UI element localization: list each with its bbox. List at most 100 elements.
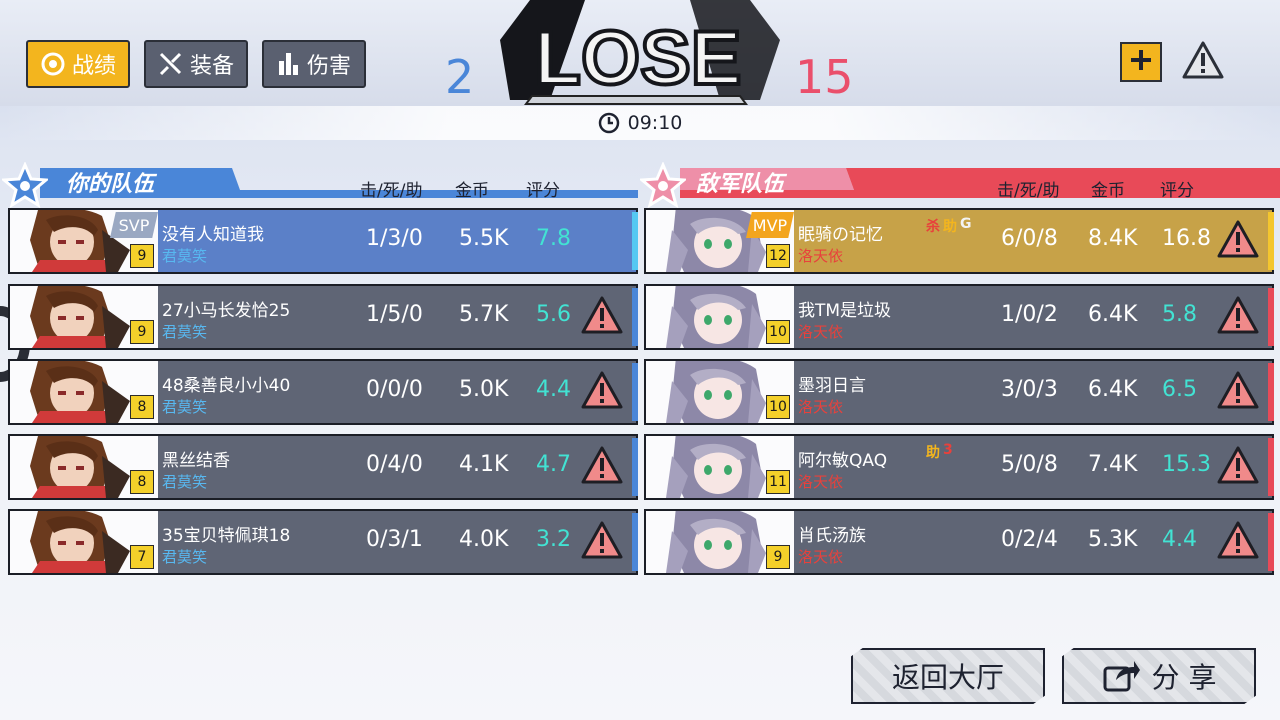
player-row[interactable]: 9 SVP 没有人知道我 君莫笑 1/3/0 5.5K 7.8 xyxy=(8,208,638,274)
player-guild: 君莫笑 xyxy=(162,548,208,566)
player-level: 12 xyxy=(766,244,790,268)
back-to-lobby-button[interactable]: 返回大厅 xyxy=(851,648,1045,704)
enemy-team-title: 敌军队伍 xyxy=(696,172,785,197)
player-level: 7 xyxy=(130,545,154,569)
player-rating: 3.2 xyxy=(536,527,571,552)
row-side-accent xyxy=(632,288,638,346)
player-row[interactable]: 9 肖氏汤族洛天依 0/2/4 5.3K 4.4 xyxy=(644,509,1274,575)
tab-damage[interactable]: 伤害 xyxy=(262,40,366,88)
report-player-button[interactable] xyxy=(1216,295,1260,339)
result-title: LOSE xyxy=(535,16,742,101)
report-player-button[interactable] xyxy=(1216,219,1260,263)
report-button[interactable] xyxy=(1181,40,1225,84)
player-kda: 5/0/8 xyxy=(1001,452,1058,477)
row-side-accent xyxy=(632,438,638,496)
player-guild: 君莫笑 xyxy=(162,398,208,416)
player-row[interactable]: 7 35宝贝特佩琪18 君莫笑 0/3/1 4.0K 3.2 xyxy=(8,509,638,575)
player-name: 肖氏汤族 xyxy=(798,526,866,546)
report-player-button[interactable] xyxy=(580,295,624,339)
player-row[interactable]: 9 27小马长发恰25 君莫笑 1/5/0 5.7K 5.6 xyxy=(8,284,638,350)
svp-badge: SVP xyxy=(110,212,158,238)
warning-icon xyxy=(1181,40,1225,84)
player-level: 9 xyxy=(130,320,154,344)
warning-icon xyxy=(580,371,624,414)
player-guild: 君莫笑 xyxy=(162,473,208,491)
report-player-button[interactable] xyxy=(1216,520,1260,564)
player-guild: 洛天依 xyxy=(798,548,844,566)
player-kda: 0/3/1 xyxy=(366,527,423,552)
player-row[interactable]: 8 黑丝结香君莫笑 0/4/0 4.1K 4.7 xyxy=(8,434,638,500)
player-rating: 4.4 xyxy=(536,377,571,402)
player-rating: 4.7 xyxy=(536,452,571,477)
player-name: 我TM是垃圾 xyxy=(798,301,892,321)
col-gold: 金币 xyxy=(455,181,489,201)
player-level: 8 xyxy=(130,470,154,494)
mvp-badge: MVP xyxy=(746,212,794,238)
enemy-score: 15 xyxy=(795,50,854,104)
col-kda: 击/死/助 xyxy=(997,181,1060,201)
player-name: 没有人知道我 xyxy=(162,225,264,245)
report-player-button[interactable] xyxy=(580,445,624,489)
player-kda: 0/4/0 xyxy=(366,452,423,477)
player-guild: 君莫笑 xyxy=(162,323,208,341)
player-guild: 洛天依 xyxy=(798,247,844,265)
row-side-accent xyxy=(632,513,638,571)
player-row[interactable]: 10 墨羽日言 洛天依 3/0/3 6.4K 6.5 xyxy=(644,359,1274,425)
own-score: 2 xyxy=(445,50,475,104)
share-button[interactable]: 分 享 xyxy=(1062,648,1256,704)
player-gold: 4.1K xyxy=(459,452,509,477)
player-name: 眠骑の记忆 xyxy=(798,225,883,245)
achievement-tags: 助3 xyxy=(926,442,953,462)
sword-icon xyxy=(158,51,184,77)
tab-label: 战绩 xyxy=(71,54,116,79)
player-name: 阿尔敏QAQ xyxy=(798,451,888,471)
result-banner: LOSE xyxy=(490,0,790,106)
player-kda: 1/3/0 xyxy=(366,226,423,251)
ring-icon xyxy=(40,51,66,77)
player-guild: 洛天依 xyxy=(798,473,844,491)
tab-equipment[interactable]: 装备 xyxy=(144,40,248,88)
report-player-button[interactable] xyxy=(580,370,624,414)
player-row[interactable]: 12 MVP 眠骑の记忆 洛天依 杀助 G 6/0/8 8.4K 16.8 xyxy=(644,208,1274,274)
col-gold: 金币 xyxy=(1091,181,1125,201)
player-rating: 6.5 xyxy=(1162,377,1197,402)
player-rating: 15.3 xyxy=(1162,452,1211,477)
row-side-accent xyxy=(1268,212,1274,270)
col-rate: 评分 xyxy=(1160,181,1194,201)
warning-icon xyxy=(580,296,624,339)
tab-record[interactable]: 战绩 xyxy=(26,40,130,88)
warning-icon xyxy=(1216,371,1260,414)
achievement-tag: 助 xyxy=(926,445,940,461)
clock-icon xyxy=(598,112,620,134)
player-kda: 6/0/8 xyxy=(1001,226,1058,251)
enemy-team-header: 敌军队伍 击/死/助 金币 评分 xyxy=(638,161,1280,209)
player-level: 10 xyxy=(766,320,790,344)
report-player-button[interactable] xyxy=(1216,445,1260,489)
player-name: 黑丝结香 xyxy=(162,451,230,471)
player-level: 11 xyxy=(766,470,790,494)
player-guild: 洛天依 xyxy=(798,398,844,416)
player-gold: 4.0K xyxy=(459,527,509,552)
row-side-accent xyxy=(632,363,638,421)
player-name: 35宝贝特佩琪18 xyxy=(162,526,291,546)
tab-label: 装备 xyxy=(189,54,234,79)
player-level: 9 xyxy=(766,545,790,569)
tab-label: 伤害 xyxy=(306,54,351,79)
player-level: 9 xyxy=(130,244,154,268)
player-rating: 4.4 xyxy=(1162,527,1197,552)
report-player-button[interactable] xyxy=(580,520,624,564)
player-row[interactable]: 10 我TM是垃圾 洛天依 1/0/2 6.4K 5.8 xyxy=(644,284,1274,350)
achievement-tag: 助 xyxy=(943,219,957,235)
player-kda: 0/2/4 xyxy=(1001,527,1058,552)
own-team-title: 你的队伍 xyxy=(66,172,155,197)
player-gold: 5.3K xyxy=(1088,527,1138,552)
report-player-button[interactable] xyxy=(1216,370,1260,414)
player-gold: 5.0K xyxy=(459,377,509,402)
player-row[interactable]: 8 48桑善良小小40 君莫笑 0/0/0 5.0K 4.4 xyxy=(8,359,638,425)
player-kda: 0/0/0 xyxy=(366,377,423,402)
warning-icon xyxy=(580,446,624,489)
warning-icon xyxy=(1216,220,1260,263)
player-row[interactable]: 11 阿尔敏QAQ 洛天依 助 3 5/0/8 7.4K 15.3 xyxy=(644,434,1274,500)
add-button[interactable] xyxy=(1120,42,1162,82)
player-gold: 6.4K xyxy=(1088,377,1138,402)
